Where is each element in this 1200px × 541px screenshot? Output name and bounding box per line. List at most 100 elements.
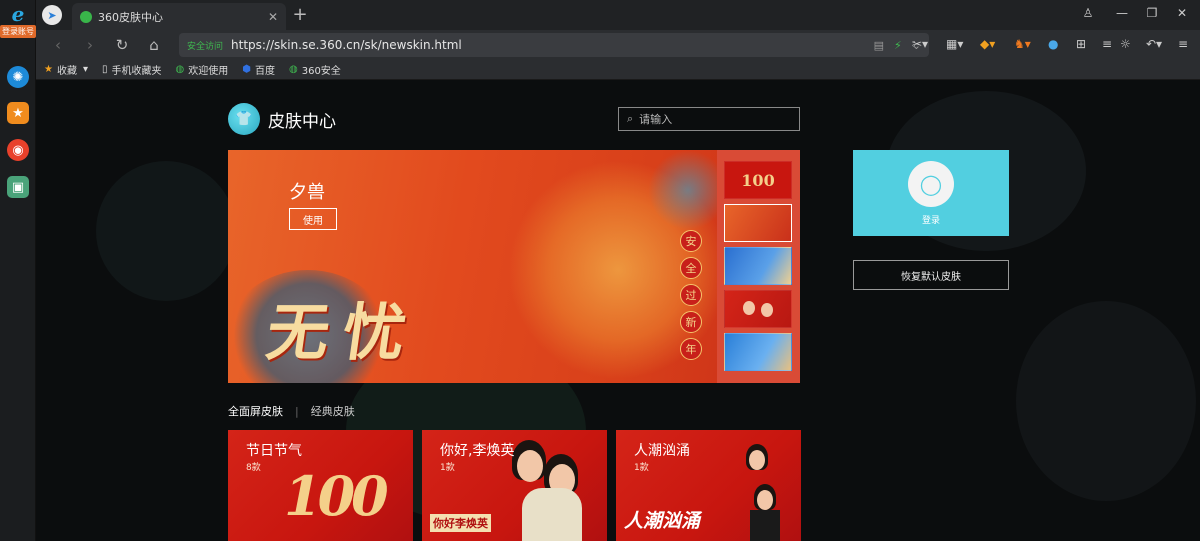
undo-icon[interactable]: ↶▾ [1146, 37, 1162, 51]
phone-icon: ▯ [102, 64, 108, 75]
reload-icon[interactable]: ↻ [112, 35, 132, 55]
site-logo[interactable]: 👕 皮肤中心 [228, 103, 336, 135]
compass-icon[interactable]: ✺ [7, 66, 29, 88]
brightness-icon[interactable]: ☼ [1120, 37, 1131, 51]
screen-icon[interactable]: ▣ [7, 176, 29, 198]
globe-icon: ◍ [175, 64, 185, 75]
sidebar-login-button[interactable]: e 登录账号 [0, 4, 36, 48]
search-input[interactable] [639, 112, 780, 126]
bg-decoration [1016, 301, 1196, 501]
tab-skin-center[interactable]: 360皮肤中心 ✕ [72, 3, 286, 30]
translate-icon[interactable]: ▦▾ [946, 37, 963, 51]
card-figure [522, 488, 582, 541]
restore-default-skin-button[interactable]: 恢复默认皮肤 [853, 260, 1009, 290]
blessing-char: 安 [680, 230, 702, 252]
tab-favicon-icon [80, 10, 92, 23]
skin-category-card[interactable]: 你好李焕英 你好,李焕英 1款 [422, 430, 607, 541]
bg-decoration [96, 161, 236, 301]
home-icon[interactable]: ⌂ [144, 35, 164, 55]
menu-lines-icon[interactable]: ≡ [1102, 37, 1112, 51]
tab-divider: | [295, 404, 299, 418]
tab-close-icon[interactable]: ✕ [268, 10, 278, 24]
browser-home-logo-icon[interactable]: ➤ [42, 5, 62, 25]
login-link[interactable]: 登录 [922, 213, 940, 226]
featured-skin-name: 夕兽 [289, 182, 325, 203]
card-figure [517, 450, 543, 482]
tab-title: 360皮肤中心 [98, 10, 163, 24]
bookmark-item[interactable]: ★ 收藏 ▾ [44, 62, 88, 77]
ie-logo-icon: e [11, 2, 25, 26]
blessing-char: 新 [680, 311, 702, 333]
blessing-char: 过 [680, 284, 702, 306]
bookmark-item[interactable]: ◍ 360安全 [289, 62, 341, 77]
weibo-icon[interactable]: ◉ [7, 139, 29, 161]
page-content: 👕 皮肤中心 ⌕ 无忧 夕兽 使用 安 全 过 新 年 100 [36, 81, 1200, 541]
banner-thumb[interactable] [724, 204, 792, 242]
skin-category-card[interactable]: 100 节日节气 8款 [228, 430, 413, 541]
address-bar[interactable]: 安全访问 https://skin.se.360.cn/sk/newskin.h… [179, 33, 929, 57]
game-icon[interactable]: ♞▾ [1014, 37, 1031, 51]
speed-mode-icon[interactable]: ⚡ [894, 39, 902, 52]
close-window-icon[interactable]: ✕ [1172, 6, 1192, 20]
skin-search-box[interactable]: ⌕ [618, 107, 800, 131]
bookmark-item[interactable]: ⬢ 百度 [242, 62, 275, 77]
minimize-icon[interactable]: — [1112, 6, 1132, 20]
forward-icon[interactable]: › [80, 35, 100, 55]
search-icon: ⌕ [627, 112, 634, 125]
user-login-card[interactable]: ◯ 登录 [853, 150, 1009, 236]
shield-ext-icon[interactable]: ◆▾ [980, 37, 995, 51]
card-count: 1款 [440, 463, 455, 473]
banner-thumb[interactable] [724, 247, 792, 285]
banner-thumb[interactable]: 100 [724, 161, 792, 199]
tab-fullscreen-skins[interactable]: 全面屏皮肤 [228, 403, 283, 419]
restore-icon[interactable]: ❐ [1142, 6, 1162, 20]
toolbar: ‹ › ↻ ⌂ 安全访问 https://skin.se.360.cn/sk/n… [36, 30, 1200, 60]
shirt-logo-icon: 👕 [228, 103, 260, 135]
browser-sidebar: e 登录账号 ✺ ★ ◉ ▣ [0, 0, 36, 541]
bookmark-item[interactable]: ▯ 手机收藏夹 [102, 62, 162, 77]
reader-mode-icon[interactable]: ▤ [874, 39, 884, 52]
card-art-text: 100 [284, 464, 389, 528]
blessing-char: 年 [680, 338, 702, 360]
card-title: 你好,李焕英 [440, 443, 515, 459]
banner-thumb[interactable] [724, 290, 792, 328]
banner-art-text: 无忧 [262, 296, 425, 369]
thumb-figure [761, 303, 773, 317]
tab-bar: 360皮肤中心 ✕ + ♙ — ❐ ✕ [36, 0, 1200, 30]
tab-classic-skins[interactable]: 经典皮肤 [311, 403, 355, 419]
card-count: 1款 [634, 463, 649, 473]
secure-indicator: 安全访问 [187, 41, 224, 52]
card-figure [750, 510, 780, 541]
card-title: 节日节气 [246, 443, 302, 459]
apps-grid-icon[interactable]: ⊞ [1076, 37, 1086, 51]
baidu-icon: ⬢ [242, 64, 251, 75]
card-art-text: 人潮汹涌 [624, 510, 701, 532]
bookmarks-bar: ★ 收藏 ▾ ▯ 手机收藏夹 ◍ 欢迎使用 ⬢ 百度 ◍ 360安全 [36, 60, 1200, 80]
thumb-figure [743, 301, 755, 315]
skin-shirt-icon[interactable]: ♙ [1078, 6, 1098, 20]
address-url[interactable]: https://skin.se.360.cn/sk/newskin.html [231, 38, 864, 52]
banner-thumb[interactable] [724, 333, 792, 371]
banner-thumbnails: 100 [717, 150, 800, 383]
blessing-char: 全 [680, 257, 702, 279]
ext-circle-icon[interactable]: ● [1048, 37, 1058, 51]
card-figure [757, 490, 773, 510]
vertical-blessing: 安 全 过 新 年 [680, 230, 702, 360]
bookmark-item[interactable]: ◍ 欢迎使用 [176, 62, 229, 77]
card-art-text: 你好李焕英 [430, 514, 491, 532]
skin-category-list: 100 节日节气 8款 你好李焕英 你好,李焕英 1款 人潮汹涌 人潮汹涌 1款 [228, 430, 801, 541]
banner-art [648, 150, 728, 230]
favorites-star-icon[interactable]: ★ [7, 102, 29, 124]
card-count: 8款 [246, 463, 261, 473]
user-avatar-icon[interactable]: ◯ [908, 160, 954, 207]
back-icon[interactable]: ‹ [48, 35, 68, 55]
skin-category-card[interactable]: 人潮汹涌 人潮汹涌 1款 [616, 430, 801, 541]
main-menu-icon[interactable]: ≡ [1178, 37, 1188, 51]
card-title: 人潮汹涌 [634, 443, 690, 459]
category-tabs: 全面屏皮肤 | 经典皮肤 [228, 403, 355, 419]
featured-skin-banner[interactable]: 无忧 夕兽 使用 安 全 过 新 年 100 [228, 150, 800, 383]
use-skin-button[interactable]: 使用 [289, 208, 337, 230]
cut-icon[interactable]: ✂▾ [912, 37, 928, 51]
new-tab-button[interactable]: + [290, 4, 310, 25]
card-figure [749, 450, 765, 470]
